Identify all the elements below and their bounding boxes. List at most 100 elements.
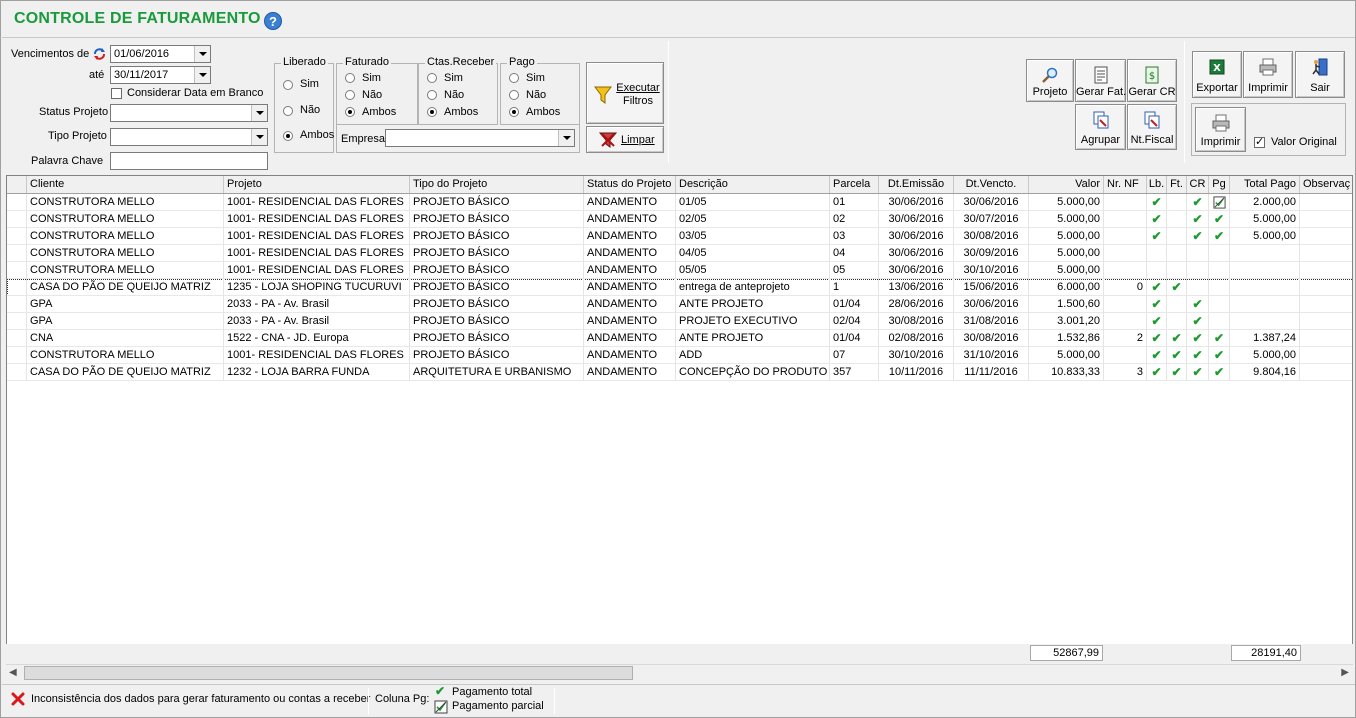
projeto-button[interactable]: Projeto: [1026, 59, 1074, 102]
header-cr[interactable]: CR: [1187, 176, 1209, 193]
ctas-ambos-radio[interactable]: [427, 107, 437, 117]
header-tipo-projeto[interactable]: Tipo do Projeto: [410, 176, 584, 193]
valor-original-checkbox[interactable]: [1254, 135, 1265, 148]
check-icon: ✔: [1151, 229, 1162, 243]
table-row[interactable]: GPA 2033 - PA - Av. Brasil PROJETO BÁSICO A…: [7, 296, 1352, 313]
header-ft[interactable]: Ft.: [1167, 176, 1187, 193]
nt-fiscal-button[interactable]: Nt.Fiscal: [1127, 104, 1177, 150]
gerar-fat-button[interactable]: Gerar Fat.: [1075, 59, 1126, 102]
header-dt-emissao[interactable]: Dt.Emissão: [879, 176, 954, 193]
limpar-button[interactable]: Limpar: [586, 126, 664, 153]
cell-tipo: PROJETO BÁSICO: [410, 245, 584, 262]
check-icon: ✔: [1192, 195, 1203, 209]
table-row[interactable]: CASA DO PÃO DE QUEIJO MATRIZ 1232 - LOJA …: [7, 364, 1352, 381]
scroll-right-icon[interactable]: ▶: [1341, 667, 1349, 678]
row-indicator[interactable]: [7, 211, 27, 228]
header-status-projeto[interactable]: Status do Projeto: [584, 176, 676, 193]
table-row[interactable]: CONSTRUTORA MELLO 1001- RESIDENCIAL DAS F…: [7, 347, 1352, 364]
chevron-down-icon[interactable]: [251, 105, 267, 121]
cell-pg: ✔: [1209, 330, 1230, 347]
table-row[interactable]: CONSTRUTORA MELLO 1001- RESIDENCIAL DAS F…: [7, 211, 1352, 228]
agrupar-button[interactable]: Agrupar: [1075, 104, 1126, 150]
row-indicator[interactable]: [7, 279, 27, 296]
chevron-down-icon[interactable]: [558, 130, 574, 146]
check-icon: ✔: [1151, 314, 1162, 328]
liberado-sim-radio[interactable]: [283, 80, 293, 90]
header-nr-nf[interactable]: Nr. NF: [1104, 176, 1147, 193]
ctas-nao-radio[interactable]: [427, 90, 437, 100]
cell-parcela: 02/04: [830, 313, 879, 330]
scroll-left-icon[interactable]: ◀: [9, 667, 17, 678]
total-valor: 52867,99: [1030, 645, 1103, 661]
considerar-data-checkbox[interactable]: [111, 88, 122, 99]
row-indicator[interactable]: [7, 194, 27, 211]
tipo-projeto-select[interactable]: [110, 128, 268, 146]
faturado-nao-radio[interactable]: [345, 90, 355, 100]
pago-sim-radio[interactable]: [509, 73, 519, 83]
empresa-select[interactable]: [385, 129, 575, 147]
faturado-sim-radio[interactable]: [345, 73, 355, 83]
faturado-ambos-radio[interactable]: [345, 107, 355, 117]
check-icon: ✔: [1151, 280, 1162, 294]
chevron-down-icon[interactable]: [194, 46, 210, 62]
row-indicator[interactable]: [7, 262, 27, 279]
header-lb[interactable]: Lb.: [1147, 176, 1167, 193]
header-descricao[interactable]: Descrição: [676, 176, 830, 193]
row-indicator[interactable]: [7, 228, 27, 245]
cell-tipo: PROJETO BÁSICO: [410, 194, 584, 211]
imprimir-bottom-button[interactable]: Imprimir: [1195, 107, 1246, 152]
empresa-group: Empresa: [336, 125, 580, 153]
chevron-down-icon[interactable]: [194, 67, 210, 83]
cell-tipo: ARQUITETURA E URBANISMO: [410, 364, 584, 381]
date-to-picker[interactable]: 30/11/2017: [110, 66, 211, 84]
refresh-icon[interactable]: [92, 47, 107, 61]
pago-group: Pago Sim Não Ambos: [500, 56, 580, 125]
palavra-chave-input[interactable]: [110, 152, 268, 170]
cell-nf: [1104, 245, 1147, 262]
liberado-ambos-radio[interactable]: [283, 131, 293, 141]
cell-pg: ✔: [1209, 364, 1230, 381]
pago-ambos-radio[interactable]: [509, 107, 519, 117]
executar-filtros-button[interactable]: Executar Filtros: [586, 62, 664, 124]
row-indicator[interactable]: [7, 296, 27, 313]
header-projeto[interactable]: Projeto: [224, 176, 410, 193]
cell-status: ANDAMENTO: [584, 296, 676, 313]
header-observacao[interactable]: Observaç: [1300, 176, 1352, 193]
header-total-pago[interactable]: Total Pago: [1230, 176, 1300, 193]
table-row[interactable]: CONSTRUTORA MELLO 1001- RESIDENCIAL DAS F…: [7, 194, 1352, 211]
row-indicator[interactable]: [7, 364, 27, 381]
nt-fiscal-label: Nt.Fiscal: [1130, 134, 1174, 146]
table-row[interactable]: GPA 2033 - PA - Av. Brasil PROJETO BÁSICO A…: [7, 313, 1352, 330]
row-indicator[interactable]: [7, 245, 27, 262]
chevron-down-icon[interactable]: [251, 129, 267, 145]
date-from-picker[interactable]: 01/06/2016: [110, 45, 211, 63]
table-row[interactable]: CONSTRUTORA MELLO 1001- RESIDENCIAL DAS F…: [7, 245, 1352, 262]
row-indicator[interactable]: [7, 313, 27, 330]
imprimir-top-button[interactable]: Imprimir: [1243, 51, 1293, 98]
pago-nao-radio[interactable]: [509, 90, 519, 100]
help-icon[interactable]: ?: [264, 12, 282, 30]
table-row[interactable]: CASA DO PÃO DE QUEIJO MATRIZ 1235 - LOJA …: [7, 279, 1352, 296]
header-valor[interactable]: Valor: [1029, 176, 1104, 193]
header-parcela[interactable]: Parcela: [830, 176, 879, 193]
cell-obs: [1300, 194, 1352, 211]
liberado-nao-radio[interactable]: [283, 106, 293, 116]
row-indicator[interactable]: [7, 330, 27, 347]
header-cliente[interactable]: Cliente: [27, 176, 224, 193]
table-row[interactable]: CONSTRUTORA MELLO 1001- RESIDENCIAL DAS F…: [7, 228, 1352, 245]
ctas-sim-radio[interactable]: [427, 73, 437, 83]
table-row[interactable]: CONSTRUTORA MELLO 1001- RESIDENCIAL DAS F…: [7, 262, 1352, 279]
gerar-cr-button[interactable]: $ Gerar CR: [1127, 59, 1177, 102]
exportar-button[interactable]: X Exportar: [1192, 51, 1242, 98]
header-pg[interactable]: Pg: [1209, 176, 1230, 193]
check-icon: ✔: [1151, 365, 1162, 379]
header-dt-vencto[interactable]: Dt.Vencto.: [954, 176, 1029, 193]
horizontal-scrollbar[interactable]: ◀ ▶: [6, 664, 1353, 681]
status-projeto-select[interactable]: [110, 104, 268, 122]
sair-button[interactable]: Sair: [1295, 51, 1345, 98]
table-row[interactable]: CNA 1522 - CNA - JD. Europa PROJETO BÁSICO…: [7, 330, 1352, 347]
check-icon: ✔: [1213, 348, 1225, 362]
billing-grid[interactable]: Cliente Projeto Tipo do Projeto Status d…: [6, 175, 1353, 661]
scrollbar-thumb[interactable]: [24, 666, 633, 680]
row-indicator[interactable]: [7, 347, 27, 364]
